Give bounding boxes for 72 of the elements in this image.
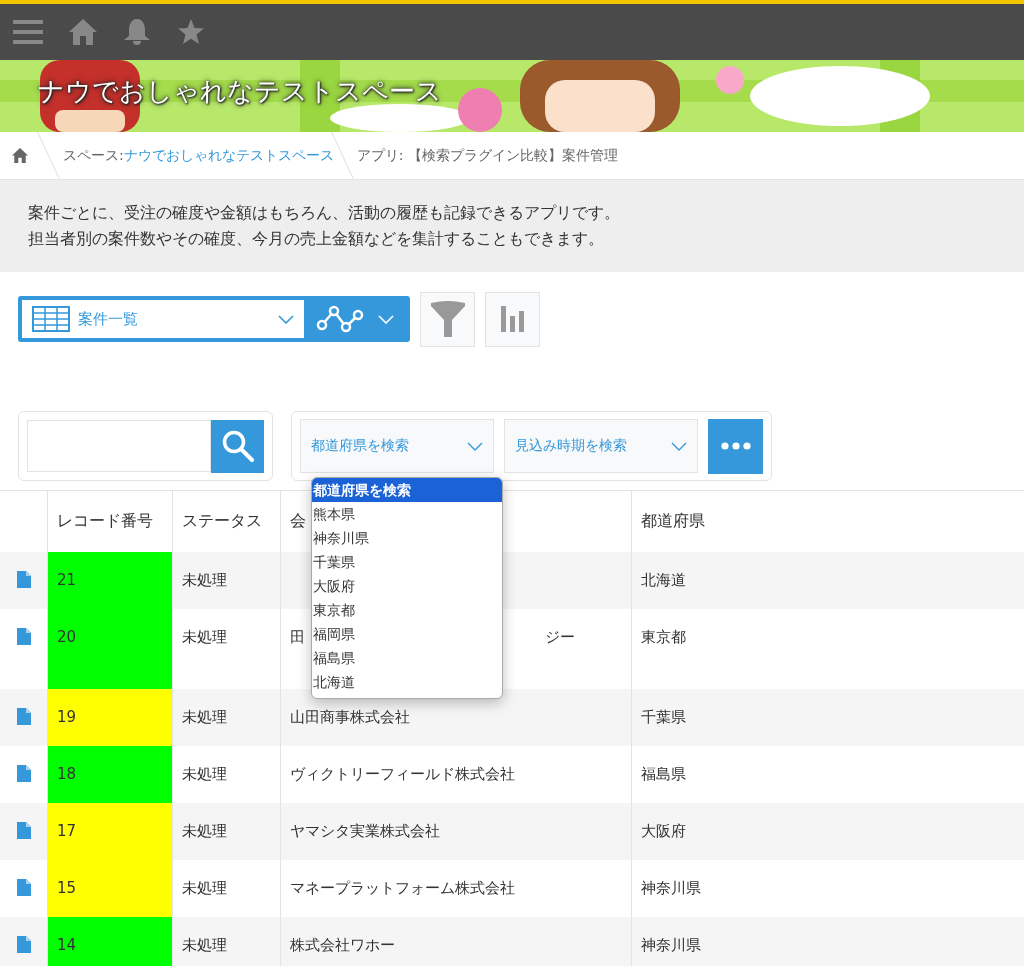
status-cell: 未処理 (182, 628, 227, 647)
dropdown-option[interactable]: 都道府県を検索 (312, 478, 502, 502)
search-button[interactable] (211, 419, 264, 473)
menu-icon[interactable] (13, 19, 43, 45)
company-cell: ヴィクトリーフィールド株式会社 (290, 765, 515, 784)
prefecture-cell: 千葉県 (641, 708, 686, 727)
record-number-cell: 20 (48, 609, 173, 689)
description-text: 担当者別の案件数やその確度、今月の売上金額などを集計することもできます。 (28, 228, 605, 250)
prefecture-cell: 神奈川県 (641, 879, 701, 898)
more-button[interactable] (708, 418, 763, 474)
chart-button[interactable] (485, 291, 540, 347)
status-cell: 未処理 (182, 708, 227, 727)
record-number-cell: 17 (48, 803, 173, 860)
search-field[interactable] (27, 420, 211, 472)
bar-chart-icon (500, 306, 525, 332)
chevron-icon (278, 314, 294, 324)
document-icon[interactable] (16, 936, 31, 953)
bell-icon[interactable] (123, 19, 151, 45)
prefecture-cell: 神奈川県 (641, 936, 701, 955)
company-cell: 田 (290, 628, 305, 647)
document-icon[interactable] (16, 879, 31, 896)
prefecture-cell: 大阪府 (641, 822, 686, 841)
description-text: 案件ごとに、受注の確度や金額はもちろん、活動の履歴も記録できるアプリです。 (28, 202, 621, 224)
dropdown-option[interactable]: 神奈川県 (312, 526, 502, 550)
document-icon[interactable] (16, 822, 31, 839)
dropdown-option[interactable]: 熊本県 (312, 502, 502, 526)
prefecture-cell: 東京都 (641, 628, 686, 647)
breadcrumb-app: アプリ: 【検索プラグイン比較】案件管理 (356, 146, 618, 165)
document-icon[interactable] (16, 628, 31, 645)
company-cell: ジー (545, 628, 575, 647)
record-number-cell: 14 (48, 917, 173, 966)
status-cell: 未処理 (182, 879, 227, 898)
dropdown-option[interactable]: 大阪府 (312, 574, 502, 598)
status-cell: 未処理 (182, 822, 227, 841)
table-icon (32, 306, 70, 332)
status-cell: 未処理 (182, 936, 227, 955)
column-header: レコード番号 (57, 511, 153, 532)
line-chart-icon (316, 305, 364, 333)
company-cell: マネープラットフォーム株式会社 (290, 879, 515, 898)
record-number-cell: 18 (48, 746, 173, 803)
company-cell: ヤマシタ実業株式会社 (290, 822, 440, 841)
funnel-icon (430, 301, 465, 337)
company-cell: 株式会社ワホー (290, 936, 395, 955)
prefecture-cell: 北海道 (641, 571, 686, 590)
dropdown-option[interactable]: 東京都 (312, 598, 502, 622)
record-number-cell: 15 (48, 860, 173, 917)
dropdown-option[interactable]: 北海道 (312, 670, 502, 694)
status-cell: 未処理 (182, 765, 227, 784)
status-cell: 未処理 (182, 571, 227, 590)
chevron-icon (671, 441, 687, 451)
star-icon[interactable] (177, 19, 205, 45)
prefecture-cell: 福島県 (641, 765, 686, 784)
record-number-cell: 19 (48, 689, 173, 746)
filter-button[interactable] (420, 291, 475, 347)
search-icon (221, 430, 254, 462)
home-icon[interactable] (12, 148, 28, 163)
document-icon[interactable] (16, 571, 31, 588)
document-icon[interactable] (16, 765, 31, 782)
column-header: 都道府県 (641, 511, 705, 532)
more-icon (720, 442, 751, 450)
record-number-cell: 21 (48, 552, 173, 609)
dropdown-option[interactable]: 千葉県 (312, 550, 502, 574)
column-header: ステータス (182, 511, 262, 532)
chevron-icon (467, 441, 483, 451)
home-icon[interactable] (69, 19, 97, 45)
column-header: 会 (290, 511, 306, 532)
chevron-icon (378, 314, 394, 324)
dropdown-option[interactable]: 福岡県 (312, 622, 502, 646)
breadcrumb-label: スペース: (63, 146, 124, 165)
document-icon[interactable] (16, 708, 31, 725)
company-cell: 山田商事株式会社 (290, 708, 410, 727)
dropdown-option[interactable]: 福島県 (312, 646, 502, 670)
